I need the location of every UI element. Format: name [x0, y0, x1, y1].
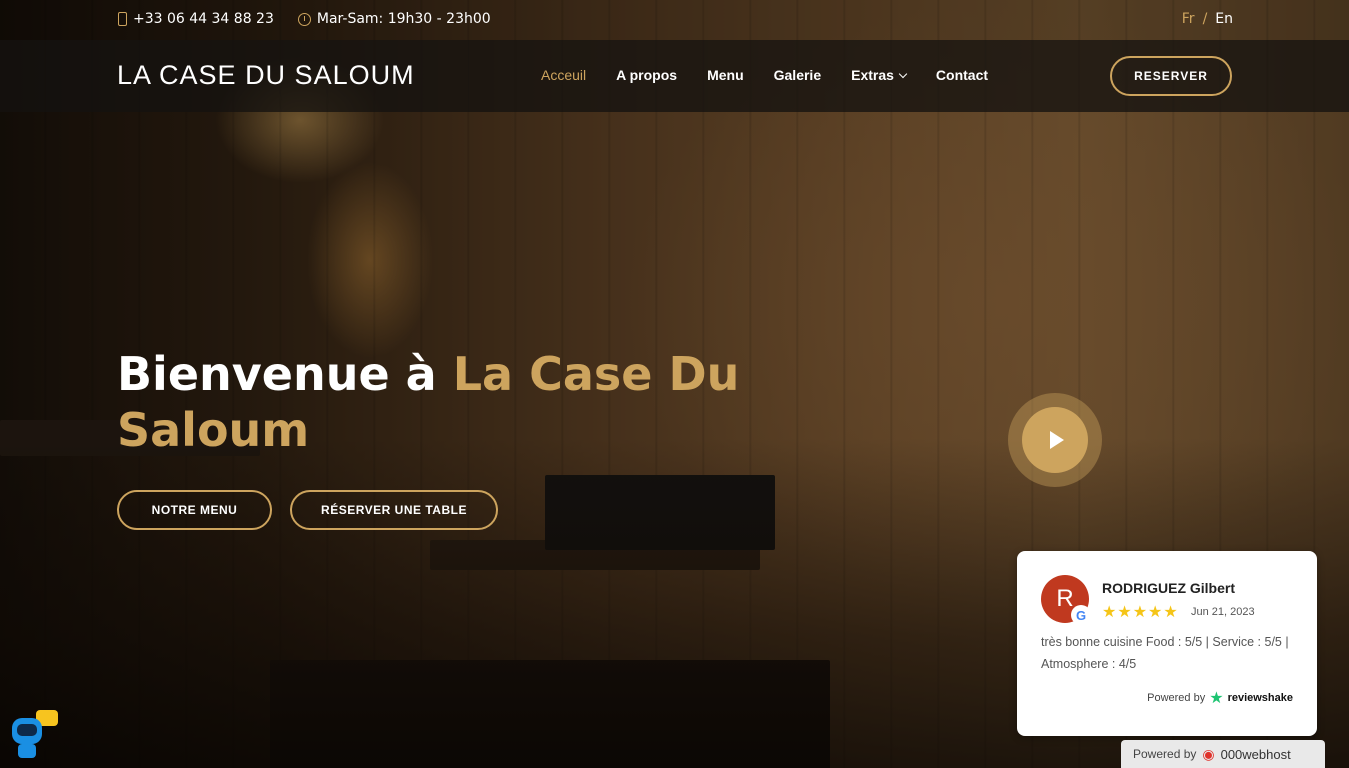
opening-hours: Mar-Sam: 19h30 - 23h00 — [316, 11, 491, 27]
lang-separator: / — [1202, 11, 1208, 27]
nav-item-acceuil[interactable]: Acceuil — [541, 67, 586, 83]
play-icon — [1050, 431, 1064, 449]
chatbot-icon[interactable] — [10, 710, 58, 760]
reviewshake-powered-by[interactable]: Powered by ★ reviewshake — [1147, 688, 1293, 708]
nav-item-extras[interactable]: Extras — [851, 67, 908, 83]
chevron-down-icon — [898, 69, 908, 79]
reviewer-name: RODRIGUEZ Gilbert — [1102, 580, 1236, 596]
nav-item-contact[interactable]: Contact — [936, 67, 988, 83]
play-button-inner — [1022, 407, 1088, 473]
site-logo[interactable]: LA CASE DU SALOUM — [117, 60, 415, 91]
main-header: LA CASE DU SALOUM Acceuil A propos Menu … — [0, 40, 1349, 112]
reviewshake-icon: ★ — [1209, 690, 1224, 707]
topbar: +33 06 44 34 88 23 Mar-Sam: 19h30 - 23h0… — [0, 0, 1349, 40]
phone-icon — [118, 12, 127, 26]
star-rating: ★★★★★ — [1102, 602, 1179, 621]
nav-item-extras-label: Extras — [851, 67, 894, 83]
nav-item-galerie[interactable]: Galerie — [774, 67, 821, 83]
phone-item[interactable]: +33 06 44 34 88 23 — [118, 11, 274, 27]
reviewshake-brand: reviewshake — [1227, 692, 1293, 704]
webhost-icon: ◉ — [1202, 745, 1215, 762]
hours-item: Mar-Sam: 19h30 - 23h00 — [297, 11, 491, 27]
book-table-button[interactable]: RÉSERVER UNE TABLE — [290, 490, 498, 530]
lang-fr-link[interactable]: Fr — [1182, 11, 1195, 27]
review-card[interactable]: R G RODRIGUEZ Gilbert ★★★★★ Jun 21, 2023… — [1017, 551, 1317, 736]
our-menu-button[interactable]: NOTRE MENU — [117, 490, 272, 530]
nav-item-menu[interactable]: Menu — [707, 67, 744, 83]
google-icon: G — [1071, 605, 1091, 625]
webhost-powered-label: Powered by — [1133, 747, 1197, 761]
nav-item-a-propos[interactable]: A propos — [616, 67, 677, 83]
review-date: Jun 21, 2023 — [1191, 606, 1255, 618]
webhost-badge[interactable]: Powered by ◉ 000webhost — [1121, 740, 1325, 768]
bot-body — [18, 744, 36, 758]
webhost-brand: 000webhost — [1220, 746, 1291, 762]
clock-icon — [297, 12, 311, 26]
topbar-contact: +33 06 44 34 88 23 Mar-Sam: 19h30 - 23h0… — [118, 11, 491, 27]
hero-title: Bienvenue à La Case Du Saloum — [117, 346, 757, 458]
review-text: très bonne cuisine Food : 5/5 | Service … — [1041, 635, 1289, 671]
hero-title-white: Bienvenue à — [117, 347, 453, 401]
bot-visor — [17, 724, 37, 736]
language-switcher: Fr / En — [1182, 11, 1233, 27]
reserve-button[interactable]: RESERVER — [1110, 56, 1232, 96]
play-video-button[interactable] — [1008, 393, 1102, 487]
powered-by-label: Powered by — [1147, 692, 1206, 704]
phone-number[interactable]: +33 06 44 34 88 23 — [133, 11, 274, 27]
main-nav: Acceuil A propos Menu Galerie Extras Con… — [541, 67, 988, 83]
lang-en-link[interactable]: En — [1215, 11, 1233, 27]
